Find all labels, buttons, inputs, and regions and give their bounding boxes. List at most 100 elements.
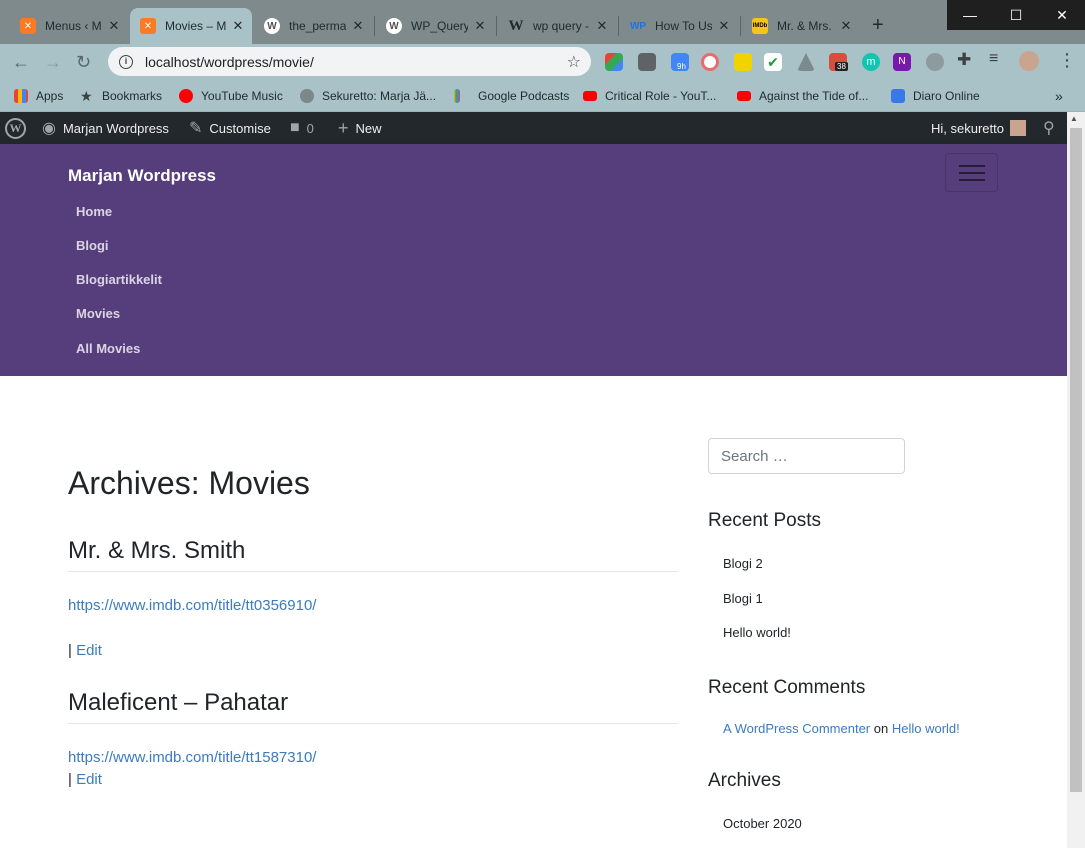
navbar-toggler[interactable]	[945, 153, 998, 192]
bookmark-sekuretto[interactable]: Sekuretto: Marja Jä...	[300, 86, 436, 106]
scrollbar-thumb[interactable]	[1070, 128, 1082, 792]
bookmark-diaro[interactable]: Diaro Online	[891, 86, 980, 106]
post-title[interactable]: Mr. & Mrs. Smith	[68, 537, 245, 565]
admin-customise[interactable]: ✎ Customise	[189, 112, 271, 144]
close-icon[interactable]: ✕	[106, 18, 122, 34]
forward-icon[interactable]: →	[44, 52, 62, 73]
nav-blogiartikkelit[interactable]: Blogiartikkelit	[76, 272, 162, 287]
browser-tab[interactable]: IMDb Mr. & Mrs. ✕	[742, 8, 860, 44]
bookmark-label: Against the Tide of...	[759, 89, 869, 103]
back-icon[interactable]: ←	[12, 52, 30, 73]
hamburger-icon	[959, 179, 985, 181]
comment-author-link[interactable]: A WordPress Commenter	[723, 721, 870, 736]
edit-link[interactable]: Edit	[76, 771, 102, 788]
post-link[interactable]: https://www.imdb.com/title/tt0356910/	[68, 597, 316, 614]
avatar	[1009, 120, 1026, 136]
browser-tab[interactable]: W the_perma ✕	[254, 8, 372, 44]
address-bar[interactable]: i localhost/wordpress/movie/ ☆	[108, 47, 591, 76]
main-content: Archives: Movies Mr. & Mrs. Smith https:…	[0, 376, 1067, 848]
post-link[interactable]: https://www.imdb.com/title/tt1587310/	[68, 749, 316, 766]
browser-tab[interactable]: WP How To Us ✕	[620, 8, 738, 44]
xampp-icon: ✕	[20, 18, 36, 34]
info-icon[interactable]: i	[119, 54, 133, 69]
tab-title: Mr. & Mrs.	[777, 19, 832, 33]
recent-post-link[interactable]: Blogi 1	[723, 591, 763, 606]
youtube-icon	[583, 91, 597, 101]
archive-link[interactable]: October 2020	[723, 816, 802, 831]
profile-avatar[interactable]	[1019, 51, 1039, 71]
tab-title: Menus ‹ M	[45, 19, 102, 33]
recent-post-link[interactable]: Blogi 2	[723, 556, 763, 571]
post-title[interactable]: Maleficent – Pahatar	[68, 689, 288, 717]
bookmark-critical-role[interactable]: Critical Role - YouT...	[583, 86, 716, 106]
new-tab-button[interactable]: +	[872, 14, 884, 37]
bookmark-label: Google Podcasts	[478, 89, 570, 103]
browser-tab[interactable]: W wp query - ✕	[498, 8, 616, 44]
admin-site-name[interactable]: ◉ Marjan Wordpress	[42, 112, 169, 144]
recent-post-link[interactable]: Hello world!	[723, 625, 791, 640]
close-icon[interactable]: ✕	[230, 18, 246, 34]
tab-separator	[374, 16, 375, 36]
todoist-icon[interactable]: 38	[829, 53, 848, 71]
calendar-icon[interactable]: 9h	[671, 53, 689, 71]
admin-comments[interactable]: ■ 0	[290, 112, 314, 144]
nav-all-movies[interactable]: All Movies	[76, 341, 140, 356]
admin-account[interactable]: Hi, sekuretto	[931, 112, 1026, 144]
brush-icon: ✎	[189, 120, 203, 137]
bookmark-apps[interactable]: Apps	[14, 86, 63, 106]
comment-post-link[interactable]: Hello world!	[892, 721, 960, 736]
tab-title: wp query -	[533, 19, 590, 33]
post-meta: | Edit	[68, 771, 102, 788]
record-icon[interactable]	[701, 53, 719, 71]
search-input[interactable]	[708, 438, 905, 474]
close-window-icon[interactable]: ✕	[1039, 0, 1085, 30]
extension-icon[interactable]	[734, 53, 752, 71]
close-icon[interactable]: ✕	[350, 18, 366, 34]
bookmark-google-podcasts[interactable]: Google Podcasts	[454, 86, 569, 106]
extensions-puzzle-icon[interactable]: ✚	[957, 50, 971, 70]
bookmark-bookmarks[interactable]: ★ Bookmarks	[80, 86, 162, 106]
close-icon[interactable]: ✕	[716, 18, 732, 34]
extension-icon[interactable]	[926, 53, 944, 71]
drive-icon[interactable]	[797, 53, 815, 71]
bookmarks-overflow-icon[interactable]: »	[1055, 86, 1063, 106]
plus-icon: +	[338, 117, 349, 138]
scroll-up-arrow-icon[interactable]: ▲	[1070, 114, 1078, 123]
browser-tab[interactable]: W WP_Query ✕	[376, 8, 494, 44]
bookmark-star-icon[interactable]: ☆	[567, 52, 581, 72]
more-menu-icon[interactable]: ⋮	[1058, 50, 1076, 71]
site-brand[interactable]: Marjan Wordpress	[68, 166, 216, 186]
nav-movies[interactable]: Movies	[76, 306, 120, 321]
url-text[interactable]: localhost/wordpress/movie/	[145, 54, 567, 70]
search-icon[interactable]: ⚲	[1043, 112, 1055, 144]
maps-pin-icon[interactable]	[638, 53, 656, 71]
admin-new[interactable]: + New	[338, 112, 382, 144]
xampp-icon: ✕	[140, 18, 156, 34]
comments-count: 0	[306, 120, 314, 136]
minimize-icon[interactable]: —	[947, 0, 993, 30]
close-icon[interactable]: ✕	[472, 18, 488, 34]
browser-tab-active[interactable]: ✕ Movies – M ✕	[130, 8, 252, 44]
nav-blogi[interactable]: Blogi	[76, 238, 109, 253]
onenote-icon[interactable]: N	[893, 53, 911, 71]
bookmark-against-the-tide[interactable]: Against the Tide of...	[737, 86, 868, 106]
bookmark-label: Bookmarks	[102, 89, 163, 103]
close-icon[interactable]: ✕	[838, 18, 854, 34]
media-queue-icon[interactable]: ≡	[989, 50, 998, 68]
extension-icon[interactable]	[605, 53, 623, 71]
nav-home[interactable]: Home	[76, 204, 112, 219]
close-icon[interactable]: ✕	[594, 18, 610, 34]
maximize-icon[interactable]: ☐	[993, 0, 1039, 30]
bookmark-youtube-music[interactable]: YouTube Music	[179, 86, 283, 106]
edit-link[interactable]: Edit	[76, 642, 102, 659]
m-extension-icon[interactable]: m	[862, 53, 880, 71]
wordpress-logo-icon[interactable]: W	[5, 112, 26, 144]
star-icon: ★	[80, 88, 93, 104]
reload-icon[interactable]: ↻	[76, 52, 91, 73]
browser-tab[interactable]: ✕ Menus ‹ M ✕	[10, 8, 128, 44]
checkmark-icon[interactable]: ✔	[764, 53, 782, 71]
post-meta: | Edit	[68, 642, 102, 659]
browser-tab-bar: ✕ Menus ‹ M ✕ ✕ Movies – M ✕ W the_perma…	[0, 0, 1085, 44]
apps-grid-icon	[14, 89, 28, 103]
tab-title: WP_Query	[411, 19, 468, 33]
